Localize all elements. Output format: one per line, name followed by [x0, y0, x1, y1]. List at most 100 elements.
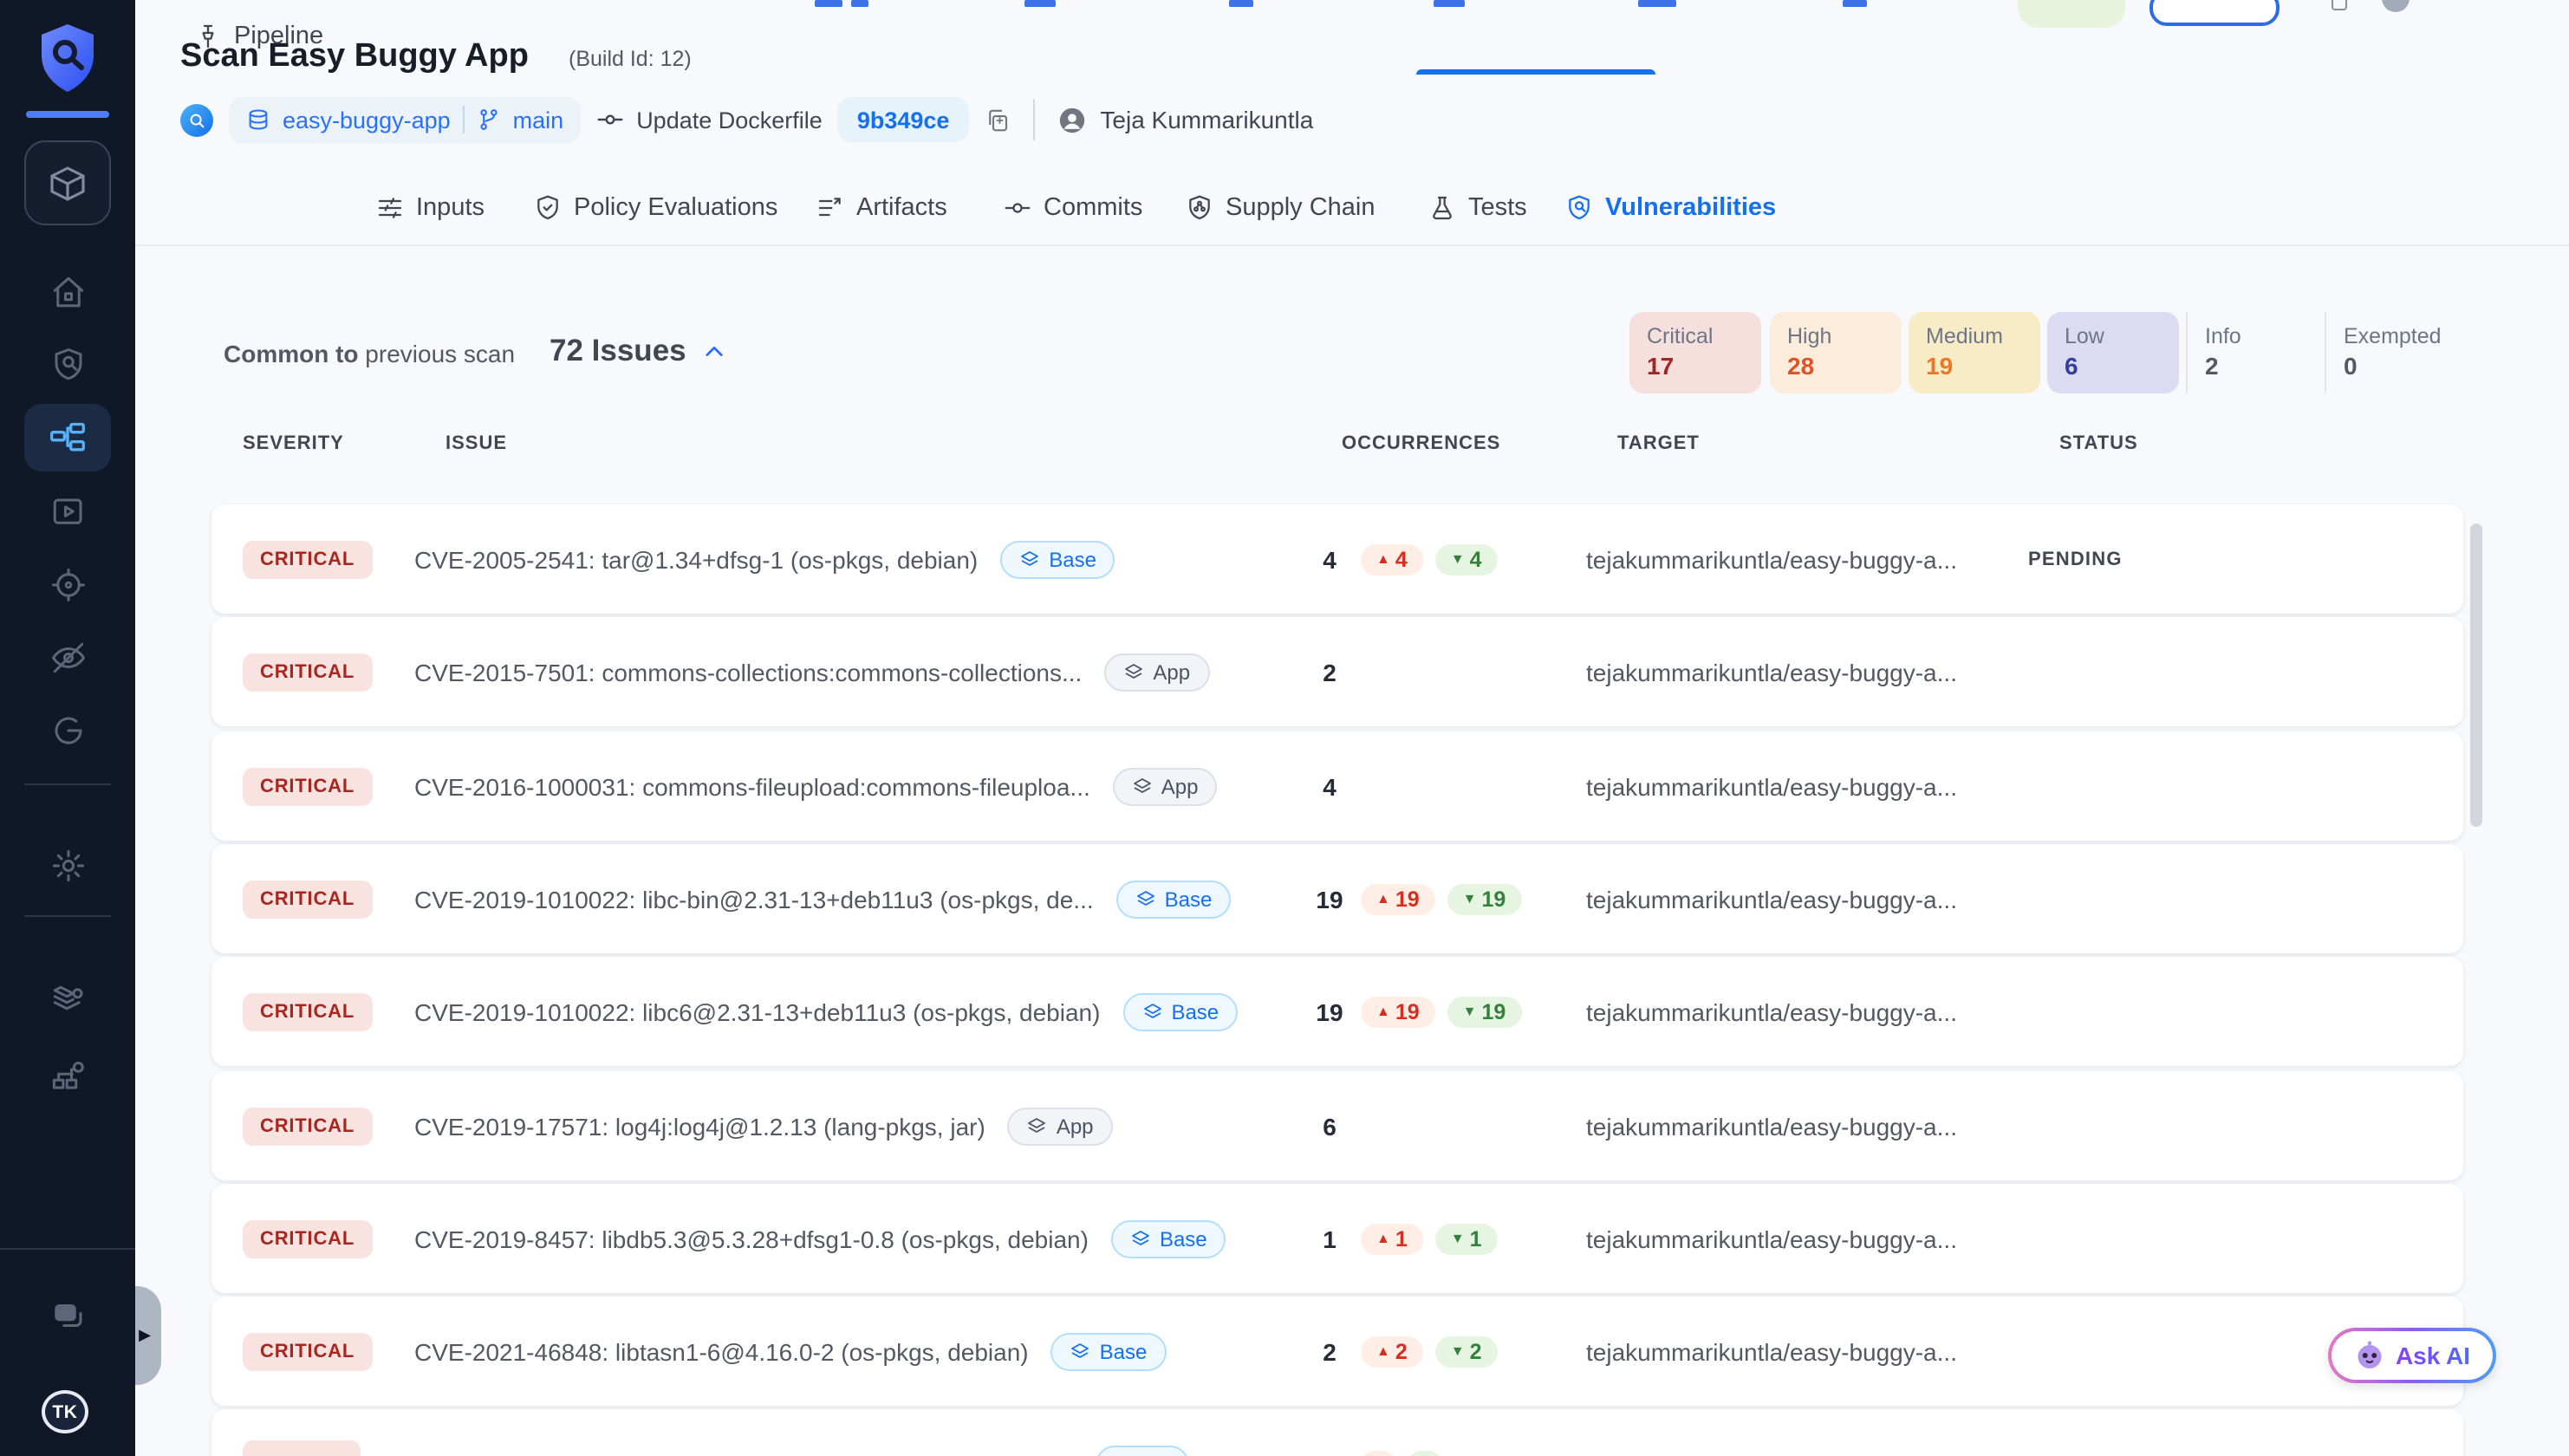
tab-pipeline[interactable]: Pipeline	[194, 0, 323, 73]
shield-check-icon	[534, 194, 562, 222]
severity-filter-exempted[interactable]: Exempted0	[2325, 312, 2456, 393]
package-icon	[47, 162, 88, 204]
sitemap-gear-icon	[49, 1056, 86, 1093]
app-layer-chip: App	[1104, 653, 1209, 691]
table-row[interactable]: CRITICAL CVE-2019-8457: libdb5.3@5.3.28+…	[211, 1184, 2463, 1293]
branch-name[interactable]: main	[513, 107, 564, 133]
tab-vulnerabilities[interactable]: Vulnerabilities	[1565, 172, 1776, 244]
list-arrow-icon	[816, 194, 844, 222]
table-row[interactable]: CRITICAL CVE-2019-1010022: libc-bin@2.31…	[211, 844, 2463, 953]
target-image: tejakummarikuntla/easy-buggy-a...	[1586, 1337, 2028, 1365]
severity-filter-low[interactable]: Low6	[2047, 312, 2179, 393]
column-header-status: STATUS	[2059, 433, 2138, 454]
user-avatar[interactable]: TK	[42, 1390, 88, 1433]
repo-branch-chip[interactable]: easy-buggy-app main	[229, 96, 581, 143]
occurrence-count: 19	[1311, 885, 1349, 913]
sidebar-divider	[0, 1248, 135, 1250]
base-layer-chip: Base	[1116, 880, 1232, 918]
sidebar-item-exemptions[interactable]	[47, 636, 88, 678]
severity-badge: CRITICAL	[243, 992, 372, 1030]
person-icon	[1057, 105, 1086, 134]
layers-icon	[1123, 661, 1144, 682]
sidebar-item-executions[interactable]	[47, 491, 88, 532]
occurrences-removed-pill: 19	[1447, 996, 1522, 1027]
commit-hash-chip[interactable]: 9b349ce	[838, 97, 969, 142]
table-row[interactable]: CRITICAL CVE-2005-2541: tar@1.34+dfsg-1 …	[211, 504, 2463, 614]
base-layer-chip: Base	[1122, 992, 1238, 1030]
branch-icon	[477, 107, 501, 132]
commit-message-text: Update Dockerfile	[636, 107, 823, 133]
occurrences-added-pill: 2	[1361, 1336, 1423, 1367]
doc-icon-cutoff[interactable]	[2332, 0, 2347, 10]
sidebar-item-org-config[interactable]	[47, 1054, 88, 1095]
column-header-occurrences: OCCURRENCES	[1342, 433, 1500, 454]
occurrences-removed-pill: 1	[1435, 1223, 1498, 1254]
vertical-scrollbar[interactable]	[2470, 523, 2482, 827]
repo-name[interactable]: easy-buggy-app	[283, 107, 451, 133]
issue-title: CVE-2019-1010022: libc-bin@2.31-13+deb11…	[414, 885, 1094, 913]
avatar-cutoff[interactable]	[2382, 0, 2410, 12]
table-row[interactable]: CRITICAL CVE-2019-1010022: libc6@2.31-13…	[211, 957, 2463, 1066]
layers-icon	[1132, 776, 1153, 796]
sidebar-item-help[interactable]: ?	[47, 1295, 88, 1336]
home-icon	[49, 273, 86, 309]
sidebar-item-monitor[interactable]	[47, 709, 88, 751]
severity-filter-info[interactable]: Info2	[2186, 312, 2318, 393]
tab-artifacts[interactable]: Artifacts	[816, 172, 947, 244]
flask-icon	[1428, 194, 1456, 222]
sidebar-item-packages[interactable]	[24, 140, 111, 225]
meta-divider	[1032, 99, 1034, 140]
eye-off-icon	[49, 639, 86, 675]
sidebar-item-targets[interactable]	[47, 563, 88, 605]
chip-divider	[463, 106, 465, 133]
tab-supply-chain[interactable]: Supply Chain	[1186, 172, 1376, 244]
tab-tests[interactable]: Tests	[1428, 172, 1527, 244]
sidebar-item-pipelines-active[interactable]	[24, 404, 111, 471]
occurrences-added-pill: 19	[1361, 996, 1435, 1027]
sidebar-item-scans[interactable]	[47, 343, 88, 385]
scan-meta-row: easy-buggy-app main Update Dockerfile 9b…	[180, 95, 1313, 144]
severity-filter-high[interactable]: High28	[1770, 312, 1902, 393]
sidebar-item-home[interactable]	[47, 270, 88, 312]
ai-bot-icon	[2354, 1340, 2385, 1371]
severity-filter-medium[interactable]: Medium19	[1909, 312, 2040, 393]
app-window: ? TK ▶ Scan Easy Buggy App (Build Id: 12…	[0, 0, 2569, 1456]
table-row[interactable]: CRITICAL CVE-2016-1000031: commons-fileu…	[211, 731, 2463, 841]
copy-icon[interactable]	[984, 107, 1010, 133]
target-image: tejakummarikuntla/easy-buggy-a...	[1586, 1225, 2028, 1252]
occurrences-removed-pill	[1408, 1450, 1442, 1456]
table-row[interactable]: CRITICAL CVE-2019-17571: log4j:log4j@1.2…	[211, 1071, 2463, 1180]
pin-icon	[194, 23, 222, 50]
ask-ai-label: Ask AI	[2396, 1342, 2470, 1369]
sidebar-item-layer-config[interactable]	[47, 979, 88, 1021]
base-layer-chip	[1096, 1445, 1189, 1456]
layers-icon	[1070, 1341, 1091, 1362]
ask-ai-button[interactable]: Ask AI	[2328, 1328, 2496, 1383]
occurrences-removed-pill: 2	[1435, 1336, 1498, 1367]
primary-button-cutoff[interactable]	[2150, 0, 2280, 26]
layers-icon	[1130, 1228, 1151, 1249]
sidebar: ? TK	[0, 0, 135, 1456]
play-square-icon	[49, 493, 86, 530]
chat-help-icon: ?	[49, 1297, 86, 1334]
severity-filter-critical[interactable]: Critical17	[1629, 312, 1761, 393]
scan-scope-label: Common to previous scan	[224, 340, 515, 367]
occurrences-removed-pill: 4	[1435, 543, 1498, 575]
table-row-partial[interactable]	[211, 1409, 2463, 1456]
tab-inputs[interactable]: Inputs	[376, 172, 485, 244]
table-row[interactable]: CRITICAL CVE-2021-46848: libtasn1-6@4.16…	[211, 1297, 2463, 1406]
issues-count-toggle[interactable]: 72 Issues	[550, 333, 726, 369]
target-image: tejakummarikuntla/easy-buggy-a...	[1586, 998, 2028, 1025]
target-image: tejakummarikuntla/easy-buggy-a...	[1586, 545, 2028, 573]
sidebar-divider	[24, 915, 111, 917]
app-logo-shield-icon	[38, 23, 97, 95]
author: Teja Kummarikuntla	[1057, 105, 1313, 134]
layers-icon	[1141, 1001, 1162, 1022]
column-header-severity: SEVERITY	[243, 433, 344, 454]
tab-policy-evaluations[interactable]: Policy Evaluations	[534, 172, 777, 244]
gear-icon	[49, 847, 86, 883]
sidebar-item-settings[interactable]	[47, 844, 88, 886]
tab-commits[interactable]: Commits	[1004, 172, 1142, 244]
base-layer-chip: Base	[1051, 1332, 1167, 1370]
table-row[interactable]: CRITICAL CVE-2015-7501: commons-collecti…	[211, 617, 2463, 726]
